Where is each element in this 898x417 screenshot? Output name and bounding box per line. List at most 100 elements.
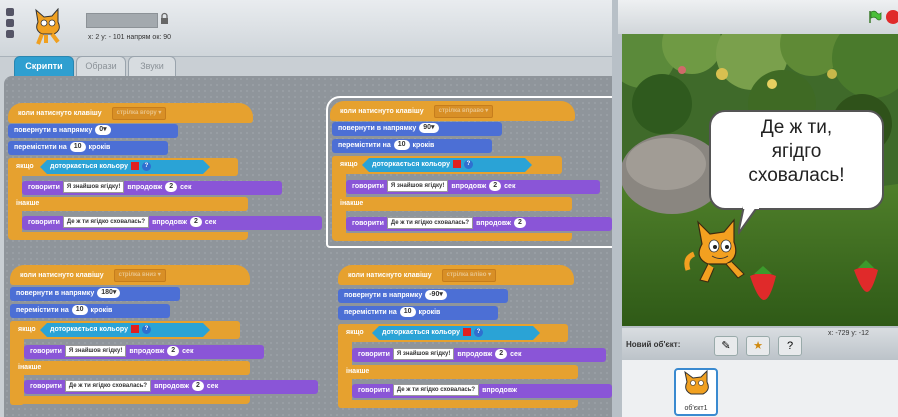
steps-input[interactable]: 10 [71, 305, 88, 316]
when-key-pressed-block[interactable]: коли натиснуто клавішу стрілка вгору ▾ [8, 103, 253, 123]
block-label: перемістити на [14, 144, 67, 151]
random-sprite-icon[interactable]: ? [778, 336, 802, 356]
say-for-secs-block[interactable]: говорити Я знайшов ягідку! впродовж 2 сек [24, 345, 264, 359]
speech-line: сховалась! [748, 165, 845, 186]
say-text-input[interactable]: Я знайшов ягідку! [392, 348, 455, 361]
key-dropdown[interactable]: стрілка вгору ▾ [111, 106, 167, 120]
block-label: коли натиснуто клавішу [18, 110, 102, 117]
say-text-input[interactable]: Де ж ти ягідко сховалась? [386, 217, 474, 230]
direction-input[interactable]: -90▾ [425, 290, 447, 301]
say-for-secs-block[interactable]: говорити Я знайшов ягідку! впродовж 2 сек [346, 180, 600, 194]
flip-icon[interactable] [6, 19, 14, 27]
direction-input[interactable]: 180▾ [97, 288, 121, 299]
else-label: інакше [340, 200, 364, 207]
when-key-pressed-block[interactable]: коли натиснуто клавішу стрілка вправо ▾ [330, 101, 575, 121]
color-swatch[interactable] [463, 328, 471, 336]
else-label: інакше [346, 368, 370, 375]
color-swatch[interactable] [131, 162, 139, 170]
color-swatch[interactable] [453, 160, 461, 168]
block-label: говорити [352, 183, 384, 190]
say-for-secs-block[interactable]: говорити Де ж ти ягідко сховалась? впродов… [24, 380, 318, 394]
say-text-input[interactable]: Де ж ти ягідко сховалась? [62, 216, 150, 229]
say-text-input[interactable]: Я знайшов ягідку! [386, 180, 449, 193]
color-swatch[interactable] [131, 325, 139, 333]
say-text-input[interactable]: Я знайшов ягідку! [64, 345, 127, 358]
when-key-pressed-block[interactable]: коли натиснуто клавішу стрілка вліво ▾ [338, 265, 574, 285]
move-steps-block[interactable]: перемістити на 10 кроків [338, 306, 498, 320]
duration-label: впродовж [451, 183, 487, 190]
steps-label: кроків [418, 309, 441, 316]
speech-line: Де ж ти, [760, 117, 833, 138]
tab-scripts[interactable]: Скрипти [14, 56, 74, 76]
if-else-footer [338, 400, 578, 408]
secs-input[interactable]: 2 [495, 349, 508, 360]
touching-color-block[interactable]: доторкається кольору? [40, 160, 210, 174]
block-label: коли натиснуто клавішу [340, 108, 424, 115]
mouse-coords: x: -729 y: -12 [828, 330, 869, 337]
move-steps-block[interactable]: перемістити на 10 кроків [332, 139, 492, 153]
secs-input[interactable]: 2 [165, 182, 178, 193]
move-steps-block[interactable]: перемістити на 10 кроків [8, 141, 168, 155]
secs-input[interactable]: 2 [514, 218, 526, 229]
block-label: повернути в напрямку [344, 292, 423, 299]
point-direction-block[interactable]: повернути в напрямку 180▾ [10, 287, 180, 301]
secs-input[interactable]: 2 [489, 181, 502, 192]
if-else-footer [10, 396, 250, 404]
sprite-thumbnail[interactable]: об'єкт1 [674, 368, 718, 416]
secs-input[interactable]: 2 [192, 381, 204, 392]
move-steps-block[interactable]: перемістити на 10 кроків [10, 304, 170, 318]
say-for-secs-block[interactable]: говорити Де ж ти ягідко сховалась? впродов… [352, 384, 612, 398]
speech-bubble-tail [738, 206, 760, 235]
block-label: доторкається кольору [382, 329, 460, 336]
say-text-input[interactable]: Де ж ти ягідко сховалась? [392, 384, 480, 397]
say-text-input[interactable]: Де ж ти ягідко сховалась? [64, 380, 152, 393]
tab-costumes[interactable]: Образи [76, 56, 126, 76]
point-direction-block[interactable]: повернути в напрямку 90▾ [332, 122, 502, 136]
say-text-input[interactable]: Я знайшов ягідку! [62, 181, 125, 194]
secs-input[interactable]: 2 [190, 217, 202, 228]
block-label: говорити [352, 220, 384, 227]
stage-toolbar [618, 0, 898, 34]
paint-new-sprite-icon[interactable]: ✎ [714, 336, 738, 356]
rotate-icon[interactable] [6, 8, 14, 16]
speech-bubble: Де ж ти, ягідго сховалась! [709, 110, 884, 210]
stop-icon[interactable] [886, 10, 898, 24]
point-direction-block[interactable]: повернути в напрямку -90▾ [338, 289, 508, 303]
touching-color-block[interactable]: доторкається кольору? [362, 158, 532, 172]
key-dropdown[interactable]: стрілка вправо ▾ [433, 104, 494, 118]
block-label: доторкається кольору [372, 161, 450, 168]
when-key-pressed-block[interactable]: коли натиснуто клавішу стрілка вниз ▾ [10, 265, 250, 285]
sprite-name-field[interactable] [86, 13, 158, 28]
duration-label: впродовж [476, 220, 511, 227]
question-icon: ? [142, 325, 151, 334]
steps-input[interactable]: 10 [399, 307, 416, 318]
say-for-secs-block[interactable]: говорити Де ж ти ягідко сховалась? впродов… [22, 216, 322, 230]
block-label: говорити [28, 184, 60, 191]
direction-input[interactable]: 0▾ [95, 125, 111, 136]
secs-label: сек [504, 183, 516, 190]
key-dropdown[interactable]: стрілка вниз ▾ [113, 268, 166, 282]
lock-icon[interactable] [160, 12, 169, 25]
rotation-style-buttons[interactable] [6, 8, 16, 42]
say-for-secs-block[interactable]: говорити Я знайшов ягідку! впродовж 2 сек [352, 348, 606, 362]
say-for-secs-block[interactable]: говорити Де ж ти ягідко сховалась? впродов… [346, 217, 612, 231]
key-dropdown[interactable]: стрілка вліво ▾ [441, 268, 497, 282]
else-bar [338, 365, 578, 379]
no-rotate-icon[interactable] [6, 30, 14, 38]
secs-input[interactable]: 2 [167, 346, 180, 357]
point-direction-block[interactable]: повернути в напрямку 0▾ [8, 124, 178, 138]
tab-sounds[interactable]: Звуки [128, 56, 176, 76]
green-flag-icon[interactable] [868, 10, 882, 24]
secs-label: сек [206, 383, 219, 390]
sprite-list[interactable]: об'єкт1 [622, 360, 898, 417]
steps-input[interactable]: 10 [69, 142, 86, 153]
block-label: доторкається кольору [50, 326, 128, 333]
say-for-secs-block[interactable]: говорити Я знайшов ягідку! впродовж 2 сек [22, 181, 282, 195]
steps-input[interactable]: 10 [393, 140, 410, 151]
touching-color-block[interactable]: доторкається кольору? [40, 323, 210, 337]
direction-input[interactable]: 90▾ [419, 123, 439, 134]
touching-color-block[interactable]: доторкається кольору? [372, 326, 540, 340]
choose-sprite-icon[interactable]: ★ [746, 336, 770, 356]
direction-value: -90 [429, 291, 440, 299]
block-label: говорити [30, 348, 62, 355]
